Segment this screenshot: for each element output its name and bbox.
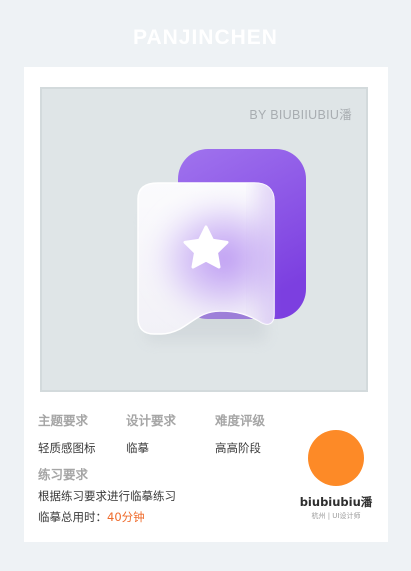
design-label: 设计要求 [126, 413, 177, 428]
practice-details: 根据练习要求进行临摹练习 临摹总用时：40分钟 [38, 486, 176, 528]
theme-label: 主题要求 [38, 413, 89, 428]
star-bookmark-icon [137, 149, 306, 341]
difficulty-value: 高高阶段 [215, 441, 261, 455]
icon-artboard: BY BIUBIIUBIU潘 [40, 87, 368, 392]
showcase-card: BY BIUBIIUBIU潘 主题要求 轻质感图标 设计要求 临摹 难度评级 高… [24, 67, 388, 542]
practice-label: 练习要求 [38, 467, 89, 482]
practice-time-label: 临摹总用时： [38, 510, 107, 524]
brand-title: PANJINCHEN [133, 26, 278, 49]
design-requirement: 设计要求 临摹 [126, 410, 176, 456]
practice-time-value: 40分钟 [107, 510, 145, 524]
practice-line: 根据练习要求进行临摹练习 [38, 489, 176, 503]
theme-value: 轻质感图标 [38, 441, 96, 455]
practice-time-line: 临摹总用时：40分钟 [38, 507, 176, 528]
profile-name: biubiubiu潘 [299, 495, 373, 509]
difficulty-rating: 难度评级 高高阶段 [215, 410, 265, 456]
profile-subtitle: 杭州 | UI设计师 [311, 512, 361, 520]
avatar [308, 430, 364, 486]
theme-requirement: 主题要求 轻质感图标 [38, 410, 96, 456]
design-value: 临摹 [126, 441, 149, 455]
difficulty-label: 难度评级 [215, 413, 266, 428]
